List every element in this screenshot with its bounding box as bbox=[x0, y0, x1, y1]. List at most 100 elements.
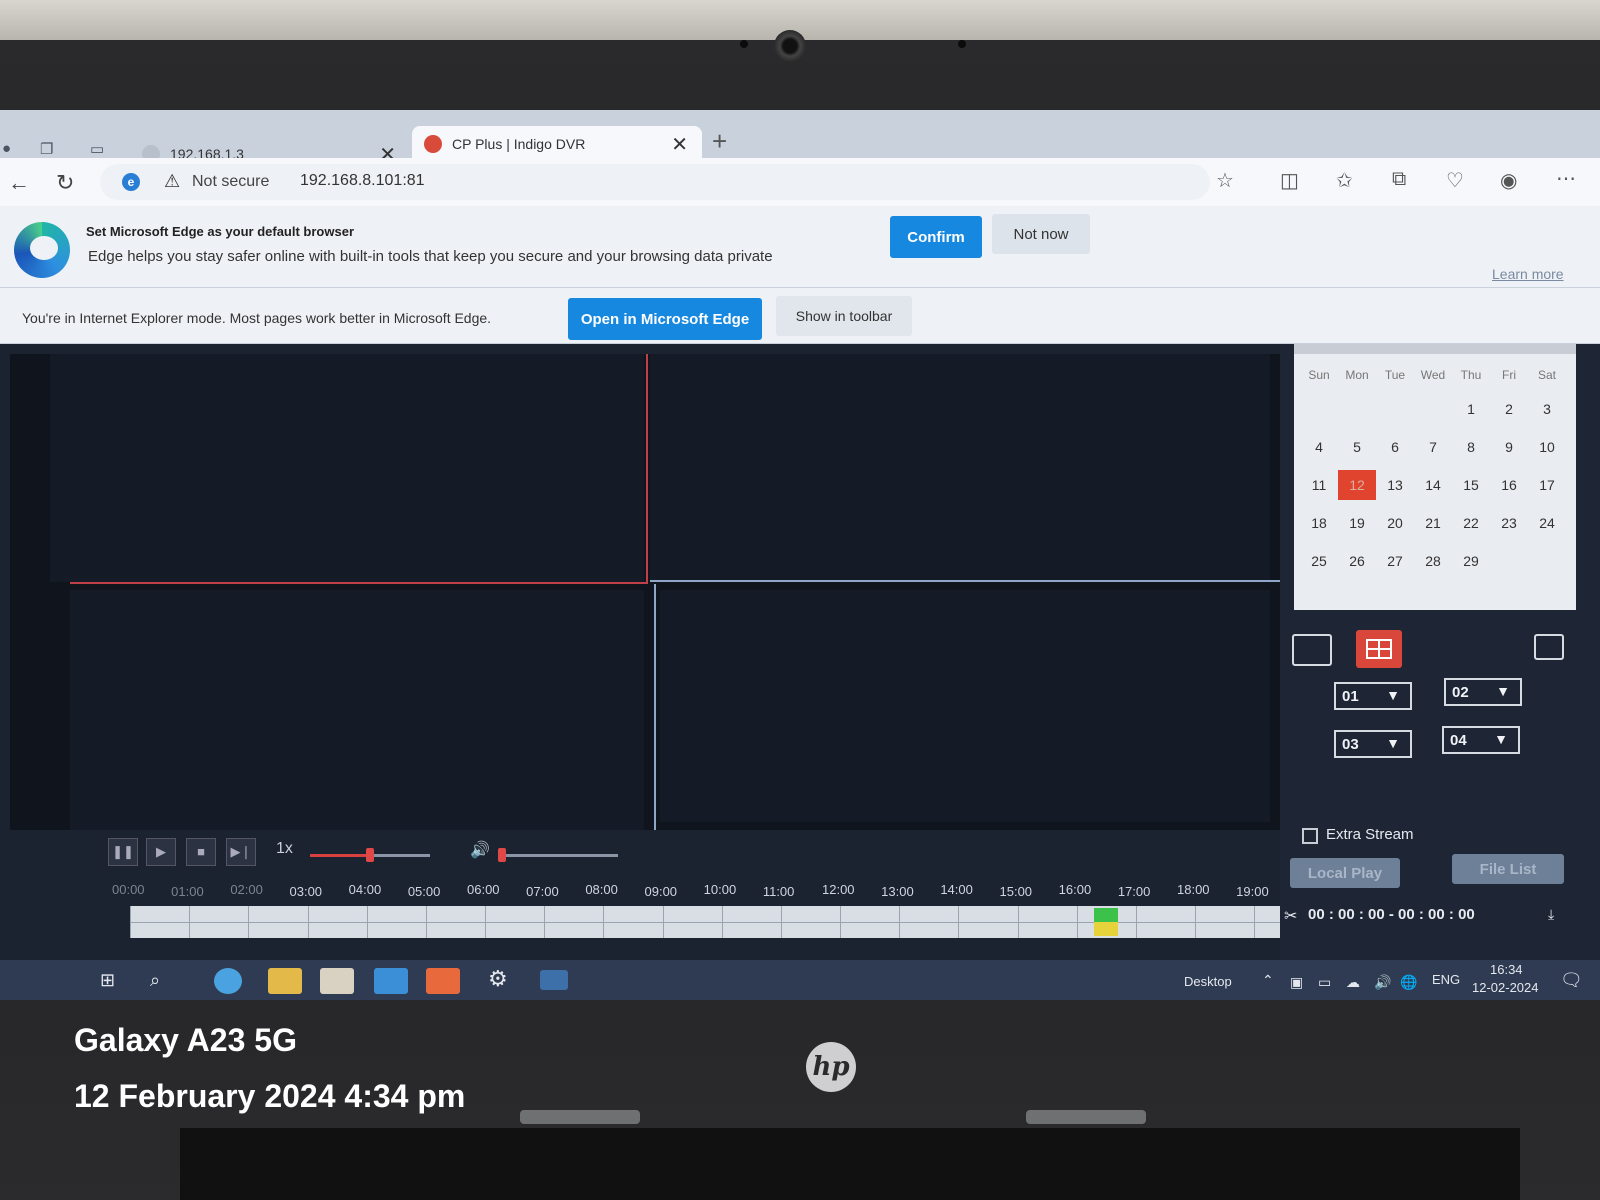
recording-segment[interactable] bbox=[1094, 922, 1119, 936]
volume-slider[interactable] bbox=[498, 854, 618, 857]
calendar-day[interactable]: 27 bbox=[1376, 546, 1414, 576]
app-icon[interactable] bbox=[426, 968, 460, 994]
browser-essentials-icon[interactable]: ♡ bbox=[1446, 168, 1464, 193]
ie-mode-icon[interactable]: e bbox=[122, 173, 140, 191]
calendar-day[interactable]: 16 bbox=[1490, 470, 1528, 500]
language-indicator[interactable]: ENG bbox=[1432, 972, 1460, 987]
calendar-day[interactable]: 2 bbox=[1490, 394, 1528, 424]
calendar-day[interactable]: 7 bbox=[1414, 432, 1452, 462]
calendar-day[interactable]: 9 bbox=[1490, 432, 1528, 462]
single-view-icon[interactable] bbox=[1292, 634, 1332, 666]
battery-icon[interactable]: ▭ bbox=[1318, 974, 1331, 991]
quad-view-icon[interactable] bbox=[1356, 630, 1402, 668]
video-cell-4[interactable] bbox=[660, 590, 1270, 822]
calendar-day[interactable]: 28 bbox=[1414, 546, 1452, 576]
calendar-day[interactable]: 13 bbox=[1376, 470, 1414, 500]
speaker-icon[interactable]: 🔊 bbox=[1374, 974, 1391, 991]
windows-start-icon[interactable]: ⊞ bbox=[100, 970, 115, 991]
chevron-up-icon[interactable]: ⌃ bbox=[1262, 972, 1274, 989]
file-list-button[interactable]: File List bbox=[1452, 854, 1564, 884]
calendar-day[interactable]: 8 bbox=[1452, 432, 1490, 462]
stop-icon[interactable]: ■ bbox=[186, 838, 216, 866]
calendar-day[interactable]: 22 bbox=[1452, 508, 1490, 538]
favorite-star-icon[interactable]: ☆ bbox=[1216, 168, 1234, 193]
fullscreen-icon[interactable] bbox=[1534, 634, 1564, 660]
refresh-icon[interactable]: ↻ bbox=[56, 170, 74, 196]
more-menu-icon[interactable]: ⋯ bbox=[1556, 166, 1576, 191]
store-icon[interactable] bbox=[320, 968, 354, 994]
file-explorer-icon[interactable] bbox=[268, 968, 302, 994]
tab-actions-icon[interactable]: ▭ bbox=[90, 140, 110, 158]
not-now-button[interactable]: Not now bbox=[992, 214, 1090, 254]
url-text[interactable]: 192.168.8.101:81 bbox=[300, 172, 425, 190]
show-in-toolbar-button[interactable]: Show in toolbar bbox=[776, 296, 912, 336]
mail-icon[interactable] bbox=[374, 968, 408, 994]
favorites-icon[interactable]: ✩ bbox=[1336, 168, 1353, 193]
calendar-day[interactable]: 3 bbox=[1528, 394, 1566, 424]
video-cell-3[interactable] bbox=[70, 590, 644, 830]
next-frame-icon[interactable]: ▶❘ bbox=[226, 838, 256, 866]
calendar-day[interactable]: 10 bbox=[1528, 432, 1566, 462]
calendar-day[interactable]: 19 bbox=[1338, 508, 1376, 538]
collections-icon[interactable]: ⧉ bbox=[1392, 168, 1406, 191]
settings-gear-icon[interactable]: ⚙ bbox=[488, 966, 508, 992]
calendar-day[interactable]: 20 bbox=[1376, 508, 1414, 538]
scissors-icon[interactable]: ✂ bbox=[1284, 906, 1297, 926]
video-cell-2[interactable] bbox=[650, 354, 1270, 582]
search-icon[interactable]: ⌕ bbox=[150, 970, 160, 991]
calendar-day-selected[interactable]: 12 bbox=[1338, 470, 1376, 500]
calendar-day[interactable]: 11 bbox=[1300, 470, 1338, 500]
network-icon[interactable]: ▣ bbox=[1290, 974, 1303, 991]
progress-handle[interactable] bbox=[366, 848, 374, 862]
video-cell-1[interactable] bbox=[50, 354, 644, 582]
calendar-day[interactable]: 18 bbox=[1300, 508, 1338, 538]
learn-more-link[interactable]: Learn more bbox=[1492, 266, 1564, 282]
calendar-day[interactable]: 1 bbox=[1452, 394, 1490, 424]
notifications-icon[interactable]: 🗨 bbox=[1560, 970, 1583, 991]
volume-handle[interactable] bbox=[498, 848, 506, 862]
tab-cp-plus-dvr[interactable]: CP Plus | Indigo DVR ✕ bbox=[412, 126, 702, 160]
calendar-day[interactable]: 21 bbox=[1414, 508, 1452, 538]
profile-icon[interactable]: ● bbox=[2, 140, 22, 157]
calendar-day[interactable]: 14 bbox=[1414, 470, 1452, 500]
close-icon[interactable]: ✕ bbox=[671, 132, 688, 157]
calendar-day[interactable]: 17 bbox=[1528, 470, 1566, 500]
new-tab-button[interactable]: + bbox=[712, 126, 727, 157]
calendar-day[interactable]: 4 bbox=[1300, 432, 1338, 462]
download-icon[interactable]: ⤓ bbox=[1548, 906, 1554, 923]
calendar-day[interactable]: 15 bbox=[1452, 470, 1490, 500]
play-icon[interactable]: ▶ bbox=[146, 838, 176, 866]
channel-select-2[interactable]: 02 ▼ bbox=[1444, 678, 1522, 706]
calendar-day[interactable]: 23 bbox=[1490, 508, 1528, 538]
calendar-day[interactable]: 26 bbox=[1338, 546, 1376, 576]
edge-taskbar-icon[interactable] bbox=[214, 968, 242, 994]
calendar-day[interactable]: 25 bbox=[1300, 546, 1338, 576]
pause-icon[interactable]: ❚❚ bbox=[108, 838, 138, 866]
desktop-app-icon[interactable] bbox=[540, 970, 568, 990]
clock-time[interactable]: 16:34 bbox=[1490, 962, 1523, 977]
calendar-day[interactable]: 6 bbox=[1376, 432, 1414, 462]
split-screen-icon[interactable]: ◫ bbox=[1280, 168, 1299, 193]
open-in-edge-button[interactable]: Open in Microsoft Edge bbox=[568, 298, 762, 340]
security-label[interactable]: Not secure bbox=[192, 173, 269, 191]
extra-stream-checkbox[interactable] bbox=[1302, 828, 1318, 844]
volume-icon[interactable]: 🔊 bbox=[470, 840, 490, 860]
desktop-toolbar-label[interactable]: Desktop bbox=[1184, 974, 1232, 989]
back-icon[interactable]: ← bbox=[8, 170, 30, 196]
workspaces-icon[interactable]: ❐ bbox=[40, 140, 60, 158]
confirm-button[interactable]: Confirm bbox=[890, 216, 982, 258]
speed-label[interactable]: 1x bbox=[276, 840, 293, 858]
globe-icon[interactable]: 🌐 bbox=[1400, 974, 1417, 991]
clock-date[interactable]: 12-02-2024 bbox=[1472, 980, 1539, 995]
calendar-day[interactable]: 29 bbox=[1452, 546, 1490, 576]
calendar-day[interactable]: 5 bbox=[1338, 432, 1376, 462]
calendar-day[interactable]: 24 bbox=[1528, 508, 1566, 538]
recording-segment[interactable] bbox=[1094, 908, 1119, 922]
channel-select-1[interactable]: 01 ▼ bbox=[1334, 682, 1412, 710]
onedrive-icon[interactable]: ☁ bbox=[1346, 974, 1360, 991]
channel-select-4[interactable]: 04 ▼ bbox=[1442, 726, 1520, 754]
address-bar[interactable]: e ⚠ Not secure 192.168.8.101:81 bbox=[100, 164, 1210, 200]
copilot-icon[interactable]: ◉ bbox=[1500, 168, 1517, 193]
channel-select-3[interactable]: 03 ▼ bbox=[1334, 730, 1412, 758]
local-play-button[interactable]: Local Play bbox=[1290, 858, 1400, 888]
